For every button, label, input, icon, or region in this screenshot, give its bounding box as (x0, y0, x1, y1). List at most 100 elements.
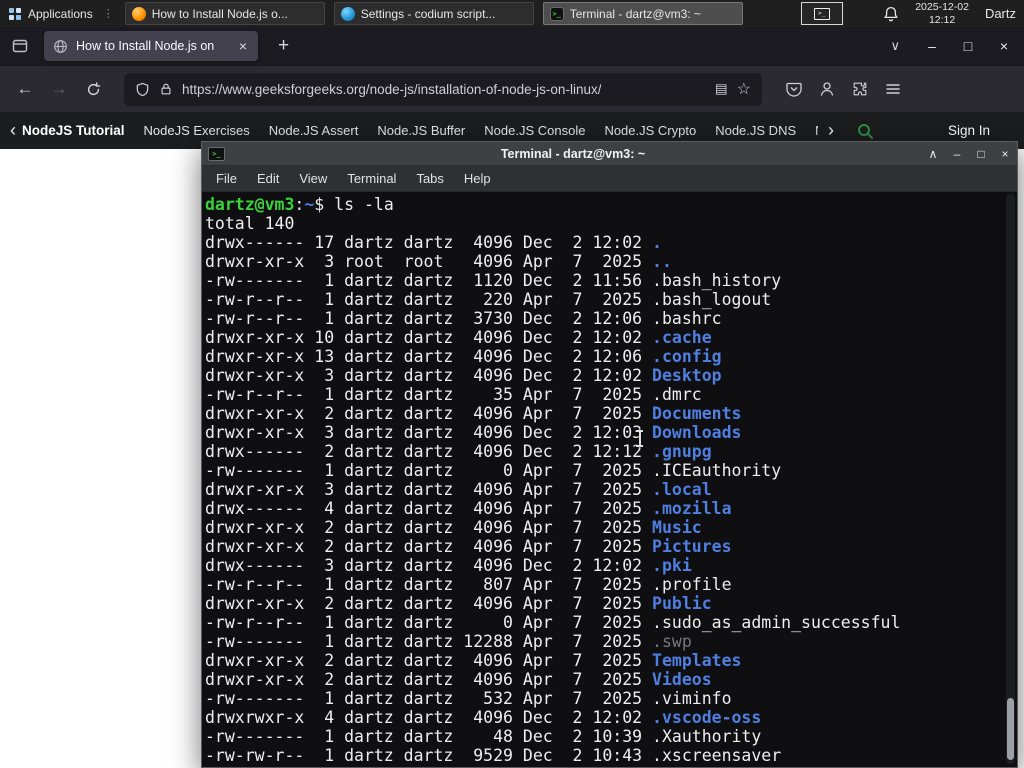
taskbar-button-codium[interactable]: Settings - codium script... (333, 2, 534, 25)
terminal-output[interactable]: dartz@vm3:~$ ls -la total 140 drwx------ … (202, 192, 1017, 767)
clock[interactable]: 2025-12-02 12:12 (915, 1, 969, 26)
terminal-scrollbar[interactable] (1006, 194, 1015, 764)
terminal-line: -rw------- 1 dartz dartz 532 Apr 7 2025 … (205, 689, 732, 708)
terminal-line: drwxr-xr-x 3 dartz dartz 4096 Dec 2 12:0… (205, 366, 722, 385)
terminal-line: drwxr-xr-x 2 dartz dartz 4096 Apr 7 2025… (205, 594, 712, 613)
lock-icon[interactable] (159, 82, 173, 96)
terminal-line: drwx------ 4 dartz dartz 4096 Apr 7 2025… (205, 499, 732, 518)
terminal-line: drwxr-xr-x 2 dartz dartz 4096 Apr 7 2025… (205, 651, 742, 670)
terminal-title: Terminal - dartz@vm3: ~ (500, 146, 646, 161)
terminal-menu-file[interactable]: File (206, 168, 247, 189)
firefox-icon (131, 6, 146, 21)
tracking-shield-icon[interactable] (135, 82, 150, 97)
terminal-line: drwxr-xr-x 3 dartz dartz 4096 Apr 7 2025… (205, 480, 712, 499)
browser-toolbar: ← → https://www.geeksforgeeks.org/node-j… (0, 65, 1024, 112)
terminal-line: drwx------ 2 dartz dartz 4096 Dec 2 12:1… (205, 442, 712, 461)
sign-in-button[interactable]: Sign In (948, 123, 990, 138)
nav-scroll-right-icon[interactable]: › (822, 120, 840, 141)
window-minimize-button[interactable]: – (914, 38, 950, 54)
clock-time: 12:12 (928, 13, 956, 26)
url-text[interactable]: https://www.geeksforgeeks.org/node-js/in… (182, 82, 601, 97)
terminal-line: drwx------ 3 dartz dartz 4096 Dec 2 12:0… (205, 556, 692, 575)
terminal-line: drwxr-xr-x 2 dartz dartz 4096 Apr 7 2025… (205, 537, 732, 556)
firefox-view-icon[interactable] (12, 38, 28, 54)
top-panel: Applications ⋮ How to Install Node.js o.… (0, 0, 1024, 27)
search-icon[interactable] (856, 122, 874, 140)
terminal-line: drwxr-xr-x 2 dartz dartz 4096 Apr 7 2025… (205, 518, 702, 537)
window-close-button[interactable]: × (986, 38, 1022, 54)
taskbar-button-firefox[interactable]: How to Install Node.js o... (124, 2, 325, 25)
taskbar-button-terminal[interactable]: >_ Terminal - dartz@vm3: ~ (542, 2, 743, 25)
window-maximize-button[interactable]: □ (950, 38, 986, 54)
terminal-line: -rw-r--r-- 1 dartz dartz 3730 Dec 2 12:0… (205, 309, 722, 328)
terminal-prompt-line: dartz@vm3:~$ ls -la (205, 195, 394, 214)
task-label: Settings - codium script... (360, 6, 496, 21)
terminal-rollup-button[interactable]: ∧ (921, 147, 945, 161)
nav-item[interactable]: Node.JS Console (484, 123, 585, 138)
account-icon[interactable] (819, 81, 835, 97)
nav-item[interactable]: Node.JS Crypto (604, 123, 696, 138)
terminal-line: -rw------- 1 dartz dartz 48 Dec 2 10:39 … (205, 727, 762, 746)
terminal-menu-edit[interactable]: Edit (247, 168, 289, 189)
terminal-line: drwxr-xr-x 3 dartz dartz 4096 Dec 2 12:0… (205, 423, 742, 442)
menu-hamburger-icon[interactable] (885, 81, 901, 97)
new-tab-button[interactable]: + (272, 35, 295, 57)
terminal-line: -rw------- 1 dartz dartz 12288 Apr 7 202… (205, 632, 692, 651)
terminal-scrollbar-thumb[interactable] (1007, 698, 1014, 760)
back-button[interactable]: ← (8, 79, 42, 99)
globe-favicon (53, 39, 68, 54)
nav-item[interactable]: Node (815, 123, 818, 138)
tab-title: How to Install Node.js on (76, 39, 215, 53)
terminal-minimize-button[interactable]: – (945, 147, 969, 161)
browser-tab[interactable]: How to Install Node.js on × (44, 31, 258, 61)
tab-list-chevron-icon[interactable]: ∨ (876, 38, 914, 54)
terminal-icon: >_ (549, 6, 564, 21)
terminal-line: drwxr-xr-x 13 dartz dartz 4096 Dec 2 12:… (205, 347, 722, 366)
forward-button: → (50, 79, 68, 98)
nav-item[interactable]: NodeJS Exercises (144, 123, 250, 138)
applications-label: Applications (28, 6, 93, 21)
notifications-bell-icon[interactable] (883, 6, 899, 22)
nav-item[interactable]: Node.JS Buffer (377, 123, 465, 138)
applications-menu-button[interactable]: Applications (0, 0, 101, 27)
reload-button[interactable] (76, 81, 110, 97)
terminal-line: drwxr-xr-x 10 dartz dartz 4096 Dec 2 12:… (205, 328, 712, 347)
terminal-line: -rw-r--r-- 1 dartz dartz 0 Apr 7 2025 .s… (205, 613, 901, 632)
browser-tab-bar: How to Install Node.js on × + ∨ – □ × (0, 27, 1024, 65)
bookmark-star-icon[interactable]: ☆ (737, 79, 751, 99)
terminal-maximize-button[interactable]: □ (969, 147, 993, 161)
nav-scroll-left-icon[interactable]: ‹ (4, 120, 22, 141)
terminal-line: drwx------ 17 dartz dartz 4096 Dec 2 12:… (205, 233, 662, 252)
terminal-line: -rw-r--r-- 1 dartz dartz 35 Apr 7 2025 .… (205, 385, 702, 404)
tray-indicator[interactable]: >_ (800, 2, 843, 25)
terminal-line: drwxr-xr-x 2 dartz dartz 4096 Apr 7 2025… (205, 670, 712, 689)
terminal-line: drwxr-xr-x 3 root root 4096 Apr 7 2025 .… (205, 252, 672, 271)
terminal-menu-help[interactable]: Help (454, 168, 501, 189)
terminal-menu-terminal[interactable]: Terminal (337, 168, 406, 189)
desktop: Applications ⋮ How to Install Node.js o.… (0, 0, 1024, 768)
toolbar-actions (786, 81, 901, 97)
terminal-menu-view[interactable]: View (289, 168, 337, 189)
terminal-line: -rw-r--r-- 1 dartz dartz 807 Apr 7 2025 … (205, 575, 732, 594)
extensions-puzzle-icon[interactable] (852, 81, 868, 97)
nav-item[interactable]: Node.JS DNS (715, 123, 796, 138)
url-bar[interactable]: https://www.geeksforgeeks.org/node-js/in… (124, 72, 762, 106)
tab-close-icon[interactable]: × (237, 38, 249, 54)
site-nav-items: NodeJS Tutorial NodeJS Exercises Node.JS A… (22, 123, 818, 138)
terminal-close-button[interactable]: × (993, 147, 1017, 161)
terminal-line: drwxr-xr-x 2 dartz dartz 4096 Apr 7 2025… (205, 404, 742, 423)
terminal-line: total 140 (205, 214, 295, 233)
panel-handle: ⋮ (102, 8, 114, 20)
nav-item[interactable]: NodeJS Tutorial (22, 123, 125, 138)
pocket-icon[interactable] (786, 81, 802, 97)
applications-icon (9, 7, 21, 20)
terminal-app-icon: >_ (208, 146, 225, 161)
terminal-titlebar[interactable]: >_ Terminal - dartz@vm3: ~ ∧ – □ × (202, 142, 1017, 166)
indicator-terminal-icon: >_ (813, 7, 830, 20)
terminal-menu-tabs[interactable]: Tabs (406, 168, 453, 189)
codium-icon (340, 6, 355, 21)
nav-item[interactable]: Node.JS Assert (269, 123, 359, 138)
terminal-line: -rw-r--r-- 1 dartz dartz 220 Apr 7 2025 … (205, 290, 772, 309)
reader-view-icon[interactable]: ▤ (715, 81, 728, 97)
task-label: How to Install Node.js o... (151, 6, 288, 21)
